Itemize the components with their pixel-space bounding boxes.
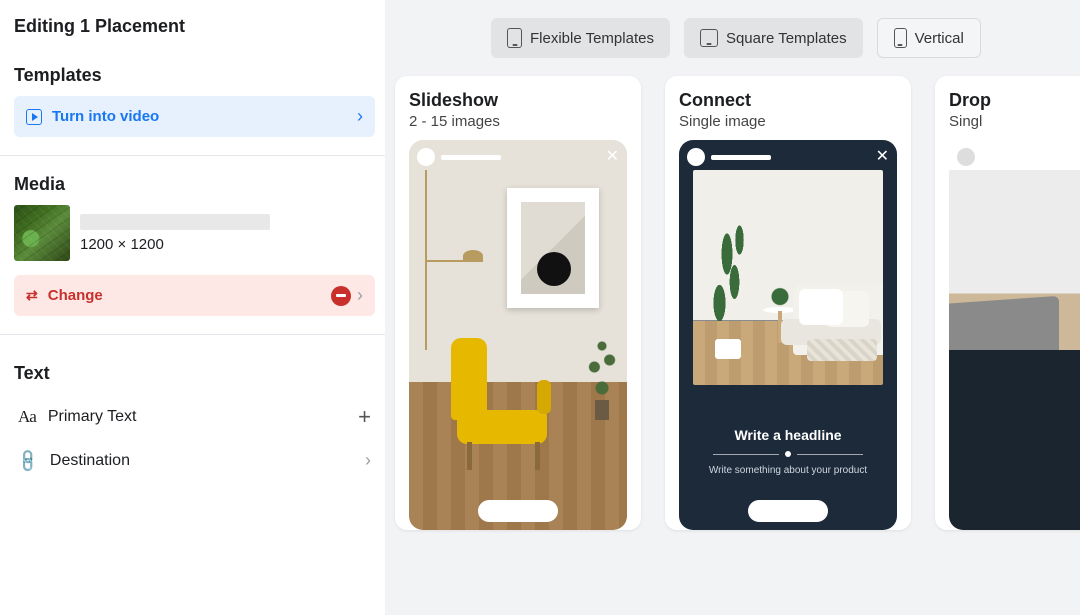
cta-pill <box>748 500 828 522</box>
filter-square-templates[interactable]: Square Templates <box>684 18 863 58</box>
template-filter-bar: Flexible Templates Square Templates Vert… <box>385 18 1080 76</box>
card-title: Slideshow <box>409 90 627 111</box>
turn-into-video-button[interactable]: Turn into video › <box>14 96 375 137</box>
card-title: Connect <box>679 90 897 111</box>
template-preview: ✕ Write a headline Write something about… <box>679 140 897 530</box>
card-subtitle: Singl <box>949 113 1080 130</box>
card-subtitle: Single image <box>679 113 897 130</box>
editor-sidebar: Editing 1 Placement Templates Turn into … <box>0 0 385 615</box>
avatar-icon <box>687 148 705 166</box>
template-card-slideshow[interactable]: Slideshow 2 - 15 images ✕ <box>395 76 641 530</box>
link-icon: 🔗 <box>14 446 42 474</box>
change-media-button[interactable]: ⇄ Change › <box>14 275 375 316</box>
chevron-right-icon: › <box>357 106 363 127</box>
avatar-icon <box>417 148 435 166</box>
media-dimensions: 1200 × 1200 <box>80 236 270 253</box>
filter-label: Vertical <box>915 30 964 47</box>
text-icon: Aa <box>18 407 36 427</box>
media-item[interactable]: 1200 × 1200 <box>14 205 375 261</box>
destination-label: Destination <box>50 452 130 470</box>
template-card-drop[interactable]: Drop Singl <box>935 76 1080 530</box>
page-title: Editing 1 Placement <box>14 16 375 37</box>
templates-heading: Templates <box>14 65 375 86</box>
swap-icon: ⇄ <box>26 287 38 304</box>
username-placeholder <box>711 155 771 160</box>
play-icon <box>26 109 42 125</box>
filter-flexible-templates[interactable]: Flexible Templates <box>491 18 670 58</box>
card-subtitle: 2 - 15 images <box>409 113 627 130</box>
device-vertical-icon <box>894 28 907 48</box>
avatar-icon <box>957 148 975 166</box>
divider <box>0 155 389 156</box>
primary-text-label: Primary Text <box>48 408 137 426</box>
preview-headline: Write a headline <box>679 427 897 443</box>
preview-subline: Write something about your product <box>679 465 897 476</box>
device-icon <box>507 28 522 48</box>
turn-into-video-label: Turn into video <box>52 108 159 125</box>
template-card-connect[interactable]: Connect Single image ✕ Write a headline <box>665 76 911 530</box>
close-icon: ✕ <box>876 149 889 165</box>
media-heading: Media <box>14 174 375 195</box>
primary-text-option[interactable]: Aa Primary Text + <box>14 394 375 440</box>
filter-label: Square Templates <box>726 30 847 47</box>
chevron-right-icon: › <box>357 285 363 306</box>
device-square-icon <box>700 29 718 47</box>
error-badge-icon <box>331 286 351 306</box>
media-filename-placeholder <box>80 214 270 230</box>
destination-option[interactable]: 🔗 Destination › <box>14 440 375 481</box>
filter-label: Flexible Templates <box>530 30 654 47</box>
change-label: Change <box>48 287 103 304</box>
cta-pill <box>478 500 558 522</box>
template-cards: Slideshow 2 - 15 images ✕ <box>385 76 1080 530</box>
username-placeholder <box>441 155 501 160</box>
template-preview <box>949 140 1080 530</box>
template-preview: ✕ <box>409 140 627 530</box>
card-title: Drop <box>949 90 1080 111</box>
chevron-right-icon: › <box>365 450 371 471</box>
main-canvas: Flexible Templates Square Templates Vert… <box>385 0 1080 615</box>
text-heading: Text <box>14 363 375 384</box>
filter-vertical-templates[interactable]: Vertical <box>877 18 981 58</box>
close-icon: ✕ <box>606 149 619 165</box>
media-thumbnail <box>14 205 70 261</box>
plus-icon: + <box>358 404 371 430</box>
divider <box>0 334 389 335</box>
